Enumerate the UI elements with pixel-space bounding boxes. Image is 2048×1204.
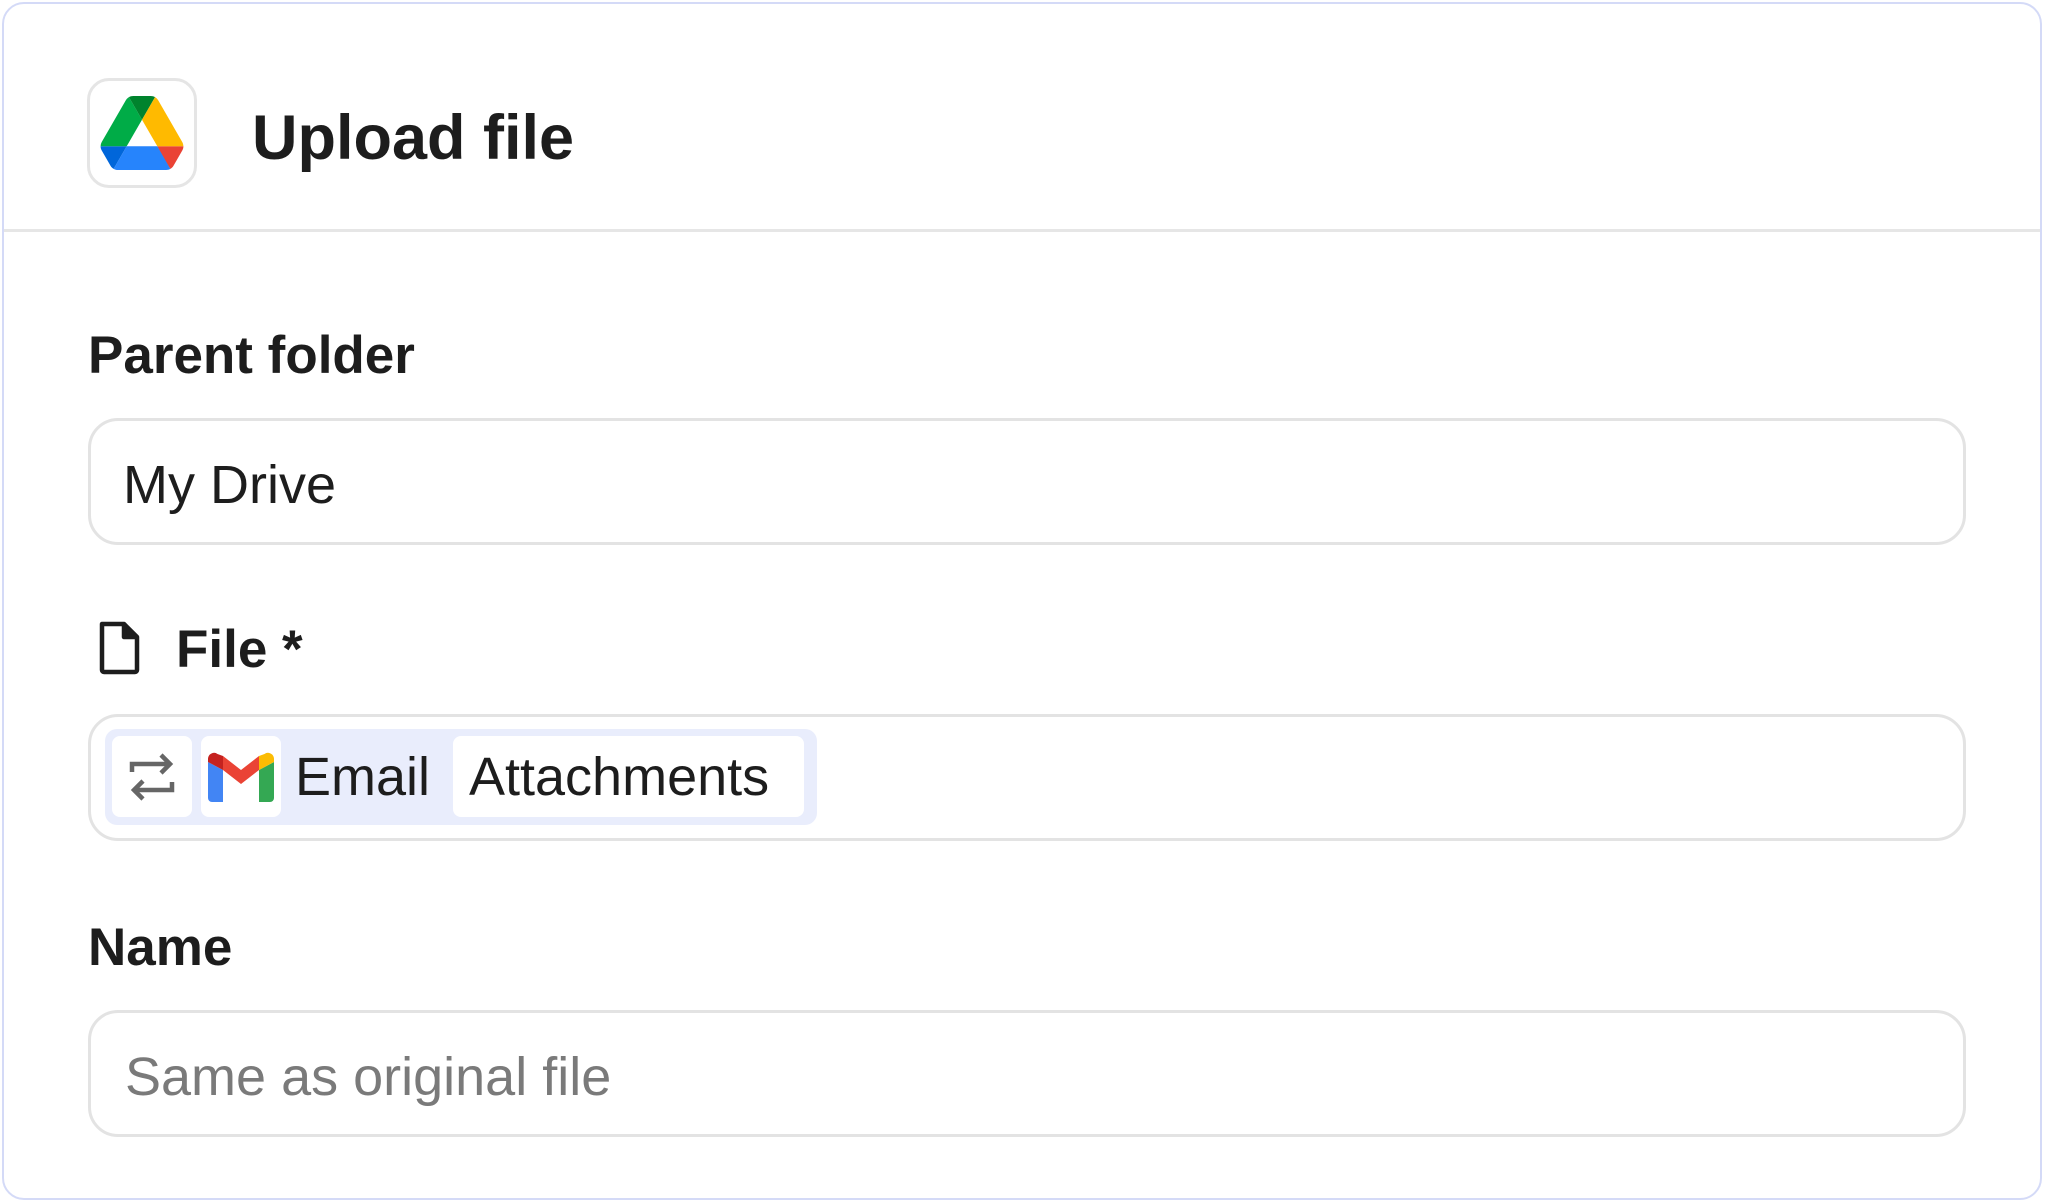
token-value: Attachments bbox=[469, 747, 770, 807]
upload-file-dialog: Upload file Parent folder My Drive File … bbox=[2, 2, 2042, 1200]
name-placeholder: Same as original file bbox=[125, 1047, 612, 1107]
google-drive-icon bbox=[87, 78, 197, 188]
parent-folder-value: My Drive bbox=[123, 455, 336, 515]
gmail-icon bbox=[201, 736, 281, 817]
dialog-title: Upload file bbox=[252, 103, 575, 173]
dialog-header: Upload file bbox=[4, 4, 2040, 232]
swap-arrows-icon bbox=[112, 736, 192, 817]
name-field[interactable]: Same as original file bbox=[88, 1010, 1966, 1137]
file-field[interactable]: Email Attachments bbox=[88, 714, 1966, 841]
file-token[interactable]: Email Attachments bbox=[105, 729, 817, 825]
token-value-chip: Attachments bbox=[453, 736, 804, 817]
file-label: File * bbox=[176, 620, 303, 679]
file-icon bbox=[99, 621, 140, 675]
name-label: Name bbox=[88, 918, 233, 977]
parent-folder-field[interactable]: My Drive bbox=[88, 418, 1966, 545]
parent-folder-label: Parent folder bbox=[88, 326, 415, 385]
token-source-label: Email bbox=[295, 747, 431, 807]
